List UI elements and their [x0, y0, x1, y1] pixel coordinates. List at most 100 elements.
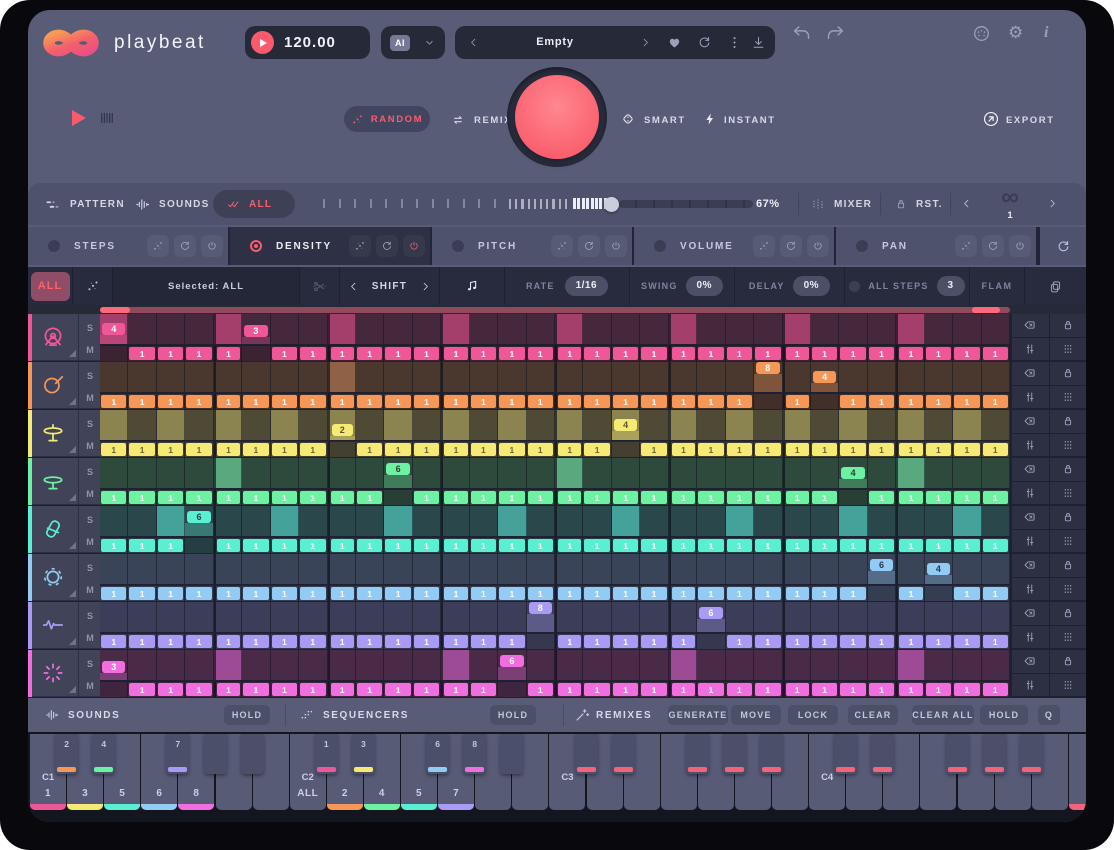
black-key[interactable] — [983, 734, 1006, 774]
micro-step-cell[interactable]: 1 — [896, 345, 924, 361]
micro-step-cell[interactable]: 1 — [214, 681, 242, 697]
step-cell[interactable] — [128, 650, 156, 680]
infinity-icon[interactable]: ∞ — [990, 187, 1030, 207]
step-cell[interactable] — [128, 458, 156, 488]
delay-value[interactable]: 0% — [793, 276, 830, 296]
micro-step-cell[interactable]: 1 — [328, 633, 356, 649]
micro-step-cell[interactable]: 1 — [669, 441, 697, 457]
instant-bolt-icon[interactable] — [702, 111, 718, 127]
micro-step-cell[interactable]: 1 — [157, 345, 185, 361]
randomize-row-icon[interactable] — [86, 279, 100, 293]
flam-label[interactable]: FLAM — [982, 281, 1013, 291]
reset-label[interactable]: RST. — [916, 199, 943, 210]
bpm-value[interactable]: 120.00 — [284, 34, 336, 51]
loop-next-icon[interactable] — [1046, 197, 1059, 210]
micro-step-cell[interactable]: 1 — [783, 345, 811, 361]
step-cell[interactable] — [896, 506, 924, 536]
black-key[interactable]: 8 — [463, 734, 486, 774]
step-cell[interactable] — [783, 506, 811, 536]
step-cell[interactable] — [612, 554, 640, 584]
step-cell[interactable] — [128, 362, 156, 392]
micro-step-cell[interactable] — [100, 345, 128, 361]
micro-step-cell[interactable]: 1 — [839, 345, 867, 361]
drag-dots-icon[interactable] — [1050, 482, 1087, 505]
step-cell[interactable] — [811, 506, 839, 536]
step-cell[interactable] — [555, 314, 583, 344]
step-cell[interactable] — [811, 602, 839, 632]
step-cell[interactable] — [498, 410, 526, 440]
random-icon[interactable] — [955, 235, 977, 257]
bpm-box[interactable]: 120.00 — [245, 26, 370, 59]
step-cell[interactable] — [356, 362, 384, 392]
step-cell[interactable] — [441, 650, 469, 680]
micro-step-cell[interactable]: 1 — [612, 633, 640, 649]
step-cell[interactable]: 4 — [100, 314, 128, 344]
lock-icon[interactable] — [1050, 602, 1087, 625]
micro-step-cell[interactable]: 1 — [356, 489, 384, 505]
micro-step-cell[interactable]: 1 — [328, 681, 356, 697]
micro-step-cell[interactable]: 1 — [953, 393, 981, 409]
micro-step-cell[interactable]: 1 — [925, 489, 953, 505]
black-key[interactable] — [204, 734, 227, 774]
micro-step-cell[interactable]: 1 — [982, 393, 1010, 409]
step-cell[interactable] — [413, 410, 441, 440]
micro-step-cell[interactable]: 1 — [328, 489, 356, 505]
micro-step-cell[interactable]: 1 — [128, 633, 156, 649]
step-cell[interactable] — [128, 506, 156, 536]
micro-step-cell[interactable]: 1 — [384, 585, 412, 601]
step-cell[interactable] — [811, 554, 839, 584]
micro-step-cell[interactable]: 1 — [612, 681, 640, 697]
smart-dice-icon[interactable] — [620, 111, 636, 127]
micro-step-cell[interactable]: 1 — [839, 633, 867, 649]
lock-icon[interactable] — [1050, 314, 1087, 337]
all-steps-radio[interactable] — [849, 281, 860, 292]
micro-step-cell[interactable]: 1 — [214, 633, 242, 649]
micro-step-cell[interactable]: 1 — [157, 393, 185, 409]
step-cell[interactable] — [726, 362, 754, 392]
black-key[interactable]: 3 — [352, 734, 375, 774]
step-cell[interactable] — [783, 554, 811, 584]
save-download-icon[interactable] — [751, 35, 766, 50]
step-cell[interactable] — [242, 506, 270, 536]
step-cell[interactable] — [726, 506, 754, 536]
hold-remixes-button[interactable]: HOLD — [980, 705, 1028, 725]
micro-step-cell[interactable]: 1 — [896, 441, 924, 457]
micro-step-cell[interactable]: 1 — [555, 585, 583, 601]
micro-step-cell[interactable]: 1 — [896, 585, 924, 601]
step-cell[interactable] — [640, 362, 668, 392]
step-cell[interactable]: 4 — [811, 362, 839, 392]
micro-step-cell[interactable]: 1 — [470, 681, 498, 697]
step-cell[interactable] — [925, 410, 953, 440]
step-cell[interactable] — [242, 602, 270, 632]
piano-keys-icon[interactable] — [98, 109, 116, 127]
track-sample-cell[interactable] — [28, 554, 78, 601]
micro-step-cell[interactable]: 1 — [669, 393, 697, 409]
step-cell[interactable] — [214, 554, 242, 584]
micro-step-cell[interactable]: 1 — [299, 441, 327, 457]
random-icon[interactable] — [147, 235, 169, 257]
step-cell[interactable] — [413, 506, 441, 536]
step-cell[interactable] — [214, 602, 242, 632]
expand-triangle-icon[interactable] — [69, 638, 76, 645]
step-cell[interactable] — [384, 650, 412, 680]
micro-step-cell[interactable]: 1 — [783, 393, 811, 409]
micro-step-cell[interactable]: 1 — [527, 585, 555, 601]
step-cell[interactable] — [583, 602, 611, 632]
clear-icon[interactable] — [1012, 362, 1049, 385]
micro-step-cell[interactable]: 1 — [413, 681, 441, 697]
micro-step-cell[interactable]: 1 — [271, 489, 299, 505]
clear-all-button[interactable]: CLEAR ALL — [912, 705, 974, 725]
micro-step-cell[interactable]: 1 — [441, 489, 469, 505]
step-cell[interactable] — [783, 410, 811, 440]
micro-step-cell[interactable]: 1 — [470, 345, 498, 361]
micro-step-cell[interactable]: 1 — [100, 537, 128, 553]
micro-step-cell[interactable]: 1 — [384, 633, 412, 649]
micro-step-cell[interactable]: 1 — [868, 681, 896, 697]
step-cell[interactable] — [640, 458, 668, 488]
step-cell[interactable] — [214, 362, 242, 392]
track-sample-cell[interactable] — [28, 650, 78, 697]
step-cell[interactable] — [640, 410, 668, 440]
micro-step-cell[interactable]: 1 — [299, 537, 327, 553]
track-sample-cell[interactable] — [28, 458, 78, 505]
step-cell[interactable] — [271, 314, 299, 344]
